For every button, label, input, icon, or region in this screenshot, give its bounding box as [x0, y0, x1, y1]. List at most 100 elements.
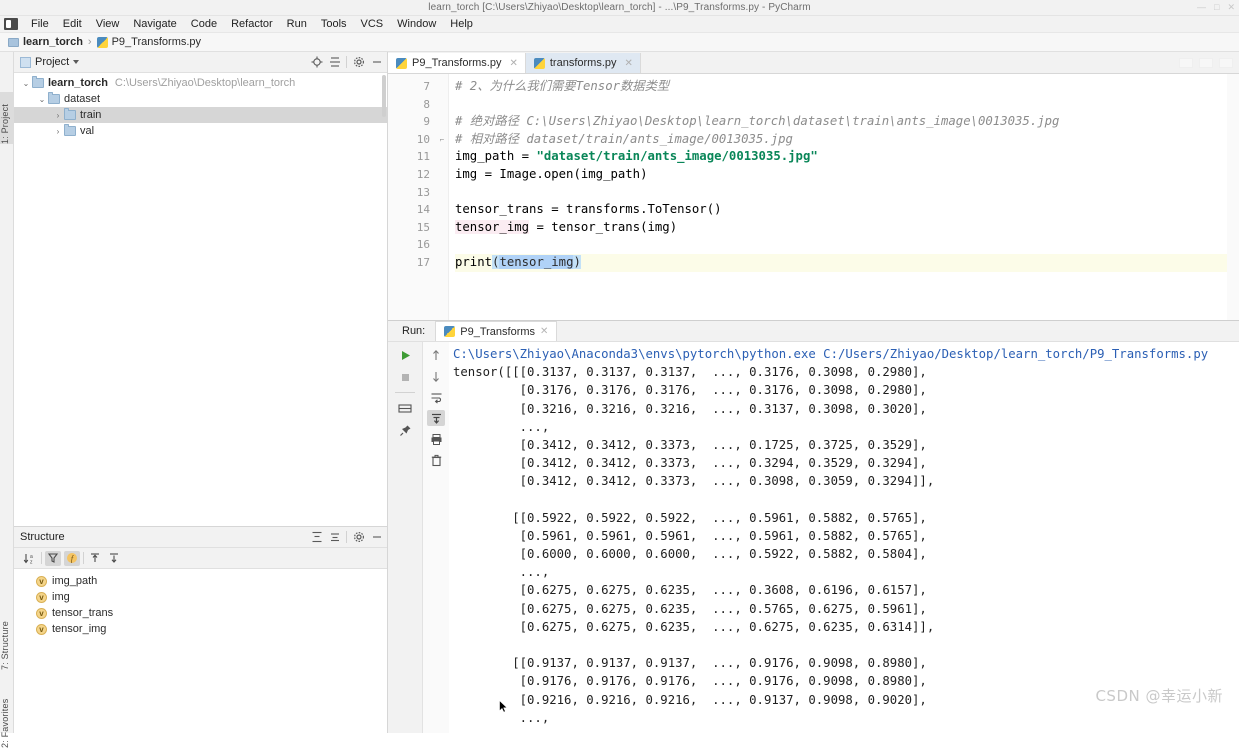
show-fields-icon[interactable]: f	[64, 550, 80, 566]
settings-gear-icon[interactable]	[352, 531, 365, 544]
collapse-all-icon[interactable]	[328, 531, 341, 544]
menu-item-refactor[interactable]: Refactor	[224, 18, 280, 30]
title-bar: learn_torch [C:\Users\Zhiyao\Desktop\lea…	[0, 0, 1239, 16]
folder-icon	[64, 108, 76, 120]
project-title-box[interactable]: Project	[20, 56, 80, 68]
menu-item-view[interactable]: View	[89, 18, 127, 30]
tree-label: dataset	[64, 93, 101, 105]
editor-action-icon[interactable]	[1199, 58, 1213, 68]
console-line: [0.3412, 0.3412, 0.3373, ..., 0.1725, 0.…	[453, 437, 927, 452]
menu-item-tools[interactable]: Tools	[314, 18, 354, 30]
tree-row-learn-torch[interactable]: ⌄ learn_torch C:\Users\Zhiyao\Desktop\le…	[14, 75, 387, 91]
close-icon[interactable]: ✕	[540, 326, 548, 337]
window-controls[interactable]: — □ ✕	[1197, 0, 1235, 15]
structure-panel-header: Structure	[14, 527, 387, 548]
hide-panel-icon[interactable]	[370, 56, 383, 69]
breadcrumb-project[interactable]: learn_torch	[8, 36, 83, 48]
fold-marker	[436, 236, 448, 254]
expand-all-nodes-icon[interactable]	[87, 551, 103, 566]
editor-action-icon[interactable]	[1219, 58, 1233, 68]
project-tree-scrollbar[interactable]	[382, 75, 386, 117]
console-toggle-icon[interactable]	[396, 400, 414, 416]
chevron-down-icon[interactable]: ⌄	[20, 79, 32, 88]
code-line-15: tensor_img = tensor_trans(img)	[455, 219, 1239, 237]
fold-marker	[436, 113, 448, 131]
line-number: 8	[423, 97, 430, 111]
menu-item-file[interactable]: File	[24, 18, 56, 30]
line-number: 11	[416, 150, 430, 164]
settings-gear-icon[interactable]	[352, 56, 365, 69]
expand-all-icon[interactable]	[310, 531, 323, 544]
menu-item-vcs[interactable]: VCS	[354, 18, 391, 30]
menu-item-code[interactable]: Code	[184, 18, 224, 30]
soft-wrap-icon[interactable]	[427, 389, 445, 405]
hide-panel-icon[interactable]	[370, 531, 383, 544]
pin-tab-icon[interactable]	[396, 422, 414, 438]
menu-item-help[interactable]: Help	[443, 18, 480, 30]
structure-item-tensor-img[interactable]: v tensor_img	[14, 621, 387, 637]
chevron-down-icon[interactable]: ⌄	[36, 95, 48, 104]
close-button[interactable]: ✕	[1227, 0, 1235, 15]
tab-label: transforms.py	[549, 57, 617, 69]
run-button[interactable]	[396, 347, 414, 363]
close-icon[interactable]: ✕	[509, 58, 517, 69]
code-lines[interactable]: # 2、为什么我们需要Tensor数据类型 # 绝对路径 C:\Users\Zh…	[449, 74, 1239, 320]
identifier-token: = tensor_trans(img)	[529, 219, 678, 234]
run-tab-p9-transforms[interactable]: P9_Transforms ✕	[435, 321, 558, 341]
clear-all-icon[interactable]	[427, 452, 445, 468]
tree-row-val[interactable]: › val	[14, 123, 387, 139]
collapse-all-nodes-icon[interactable]	[106, 551, 122, 566]
maximize-button[interactable]: □	[1214, 0, 1219, 15]
breadcrumb-file[interactable]: P9_Transforms.py	[96, 36, 201, 48]
structure-list[interactable]: v img_path v img v tensor_trans v tensor…	[14, 569, 387, 733]
editor-markup-scrollbar[interactable]	[1227, 74, 1239, 320]
structure-item-label: tensor_trans	[52, 607, 114, 619]
sort-alphabetically-icon[interactable]: az	[22, 551, 38, 566]
tab-p9-transforms[interactable]: P9_Transforms.py ✕	[388, 53, 526, 73]
fold-marker[interactable]: ⌐	[436, 131, 448, 149]
line-number-gutter: 7 8 9 10 11 12 13 14 15 16 17	[388, 74, 436, 320]
minimize-button[interactable]: —	[1197, 0, 1206, 15]
project-tree[interactable]: ⌄ learn_torch C:\Users\Zhiyao\Desktop\le…	[14, 73, 387, 526]
tab-transforms[interactable]: transforms.py ✕	[525, 53, 641, 73]
console-line: [0.6275, 0.6275, 0.6235, ..., 0.5765, 0.…	[453, 601, 927, 616]
menu-item-run[interactable]: Run	[280, 18, 314, 30]
tree-row-train[interactable]: › train	[14, 107, 387, 123]
variable-icon: v	[36, 591, 47, 603]
menu-item-window[interactable]: Window	[390, 18, 443, 30]
right-column: P9_Transforms.py ✕ transforms.py ✕ 7 8 9…	[388, 52, 1239, 733]
menu-item-edit[interactable]: Edit	[56, 18, 89, 30]
breadcrumb: learn_torch › P9_Transforms.py	[0, 33, 1239, 52]
menu-item-navigate[interactable]: Navigate	[126, 18, 183, 30]
sidebar-item-project[interactable]: 1: Project	[0, 92, 13, 144]
chevron-right-icon[interactable]: ›	[52, 111, 64, 120]
locate-target-icon[interactable]	[310, 56, 323, 69]
window-title: learn_torch [C:\Users\Zhiyao\Desktop\lea…	[428, 2, 811, 13]
chevron-right-icon[interactable]: ›	[52, 127, 64, 136]
print-icon[interactable]	[427, 431, 445, 447]
up-the-stack-trace-icon[interactable]	[427, 347, 445, 363]
structure-item-img-path[interactable]: v img_path	[14, 573, 387, 589]
console-output[interactable]: C:\Users\Zhiyao\Anaconda3\envs\pytorch\p…	[449, 342, 1239, 733]
close-icon[interactable]: ✕	[625, 58, 633, 69]
folder-icon	[48, 92, 60, 104]
scroll-to-end-icon[interactable]	[427, 410, 445, 426]
code-editor[interactable]: 7 8 9 10 11 12 13 14 15 16 17 ⌐ # 2、为什么我…	[388, 74, 1239, 320]
code-folding-gutter[interactable]: ⌐	[436, 74, 449, 320]
structure-item-img[interactable]: v img	[14, 589, 387, 605]
identifier-token: img_path =	[455, 149, 537, 164]
structure-item-tensor-trans[interactable]: v tensor_trans	[14, 605, 387, 621]
fold-marker	[436, 96, 448, 114]
editor-action-icon[interactable]	[1179, 58, 1193, 68]
stop-button[interactable]	[396, 369, 414, 385]
chevron-down-icon[interactable]	[73, 60, 80, 64]
sidebar-item-favorites[interactable]: 2: Favorites	[0, 682, 13, 748]
collapse-all-icon[interactable]	[328, 56, 341, 69]
down-the-stack-trace-icon[interactable]	[427, 368, 445, 384]
sidebar-item-structure[interactable]: 7: Structure	[0, 608, 13, 670]
fold-marker	[436, 78, 448, 96]
filter-fields-icon[interactable]	[45, 550, 61, 566]
tree-row-dataset[interactable]: ⌄ dataset	[14, 91, 387, 107]
